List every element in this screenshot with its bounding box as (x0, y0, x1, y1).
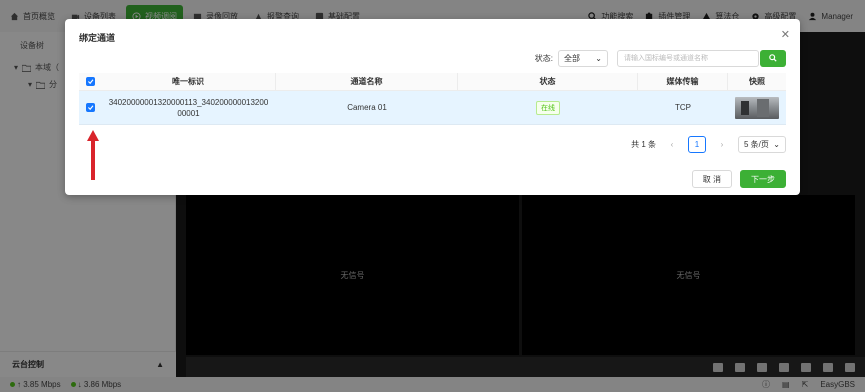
close-icon[interactable]: ✕ (781, 28, 790, 41)
chevron-down-icon: ⌄ (595, 53, 602, 63)
row-checkbox[interactable] (85, 103, 95, 112)
select-all-cell[interactable] (79, 73, 101, 90)
current-page[interactable]: 1 (688, 136, 706, 153)
col-status: 状态 (458, 73, 638, 90)
col-channel-name: 通道名称 (276, 73, 458, 90)
cell-channel-name: Camera 01 (347, 103, 387, 112)
table-header: 唯一标识 通道名称 状态 媒体传输 快照 (79, 73, 786, 91)
total-count: 共 1 条 (631, 140, 656, 149)
table-row[interactable]: 34020000001320000113_3402000000132000000… (79, 91, 786, 125)
search-icon (769, 54, 777, 62)
bind-channel-modal: 绑定通道 ✕ 状态: 全部 ⌄ 唯一标识 通道名称 状态 媒体传输 快照 (65, 19, 800, 195)
modal-title: 绑定通道 (79, 33, 116, 43)
cell-snapshot (728, 91, 786, 124)
status-filter-label: 状态: (534, 53, 553, 63)
next-page-icon[interactable]: › (714, 137, 730, 153)
status-filter-value: 全部 (564, 53, 580, 63)
status-filter-select[interactable]: 全部 ⌄ (558, 49, 608, 67)
filter-row: 状态: 全部 ⌄ (65, 49, 786, 67)
snapshot-thumbnail[interactable] (735, 96, 779, 119)
select-all-checkbox[interactable] (85, 77, 95, 86)
page-size-select[interactable]: 5 条/页 ⌄ (738, 136, 786, 153)
cell-status: 在线 (458, 91, 638, 124)
prev-page-icon[interactable]: ‹ (664, 137, 680, 153)
cell-unique-id: 34020000001320000113_3402000000132000000… (108, 97, 269, 118)
col-unique-id: 唯一标识 (101, 73, 276, 90)
search-button[interactable] (760, 49, 786, 67)
cancel-button[interactable]: 取 消 (691, 170, 732, 188)
search-input[interactable] (617, 49, 759, 67)
channel-table: 唯一标识 通道名称 状态 媒体传输 快照 3402000000132000011… (79, 73, 786, 125)
next-step-button[interactable]: 下一步 (740, 170, 786, 188)
chevron-down-icon: ⌄ (773, 140, 780, 149)
cell-transport: TCP (675, 103, 691, 112)
red-arrow-icon (87, 130, 99, 180)
modal-footer: 取 消 下一步 (691, 170, 786, 188)
pagination: 共 1 条 ‹ 1 › 5 条/页 ⌄ (631, 136, 786, 153)
check-icon (87, 79, 93, 85)
check-icon (87, 105, 93, 111)
col-snapshot: 快照 (749, 77, 765, 86)
row-checkbox-cell[interactable] (79, 91, 101, 124)
page-size-value: 5 条/页 (744, 140, 769, 149)
col-media-transport: 媒体传输 (638, 73, 728, 90)
status-badge: 在线 (536, 100, 560, 115)
